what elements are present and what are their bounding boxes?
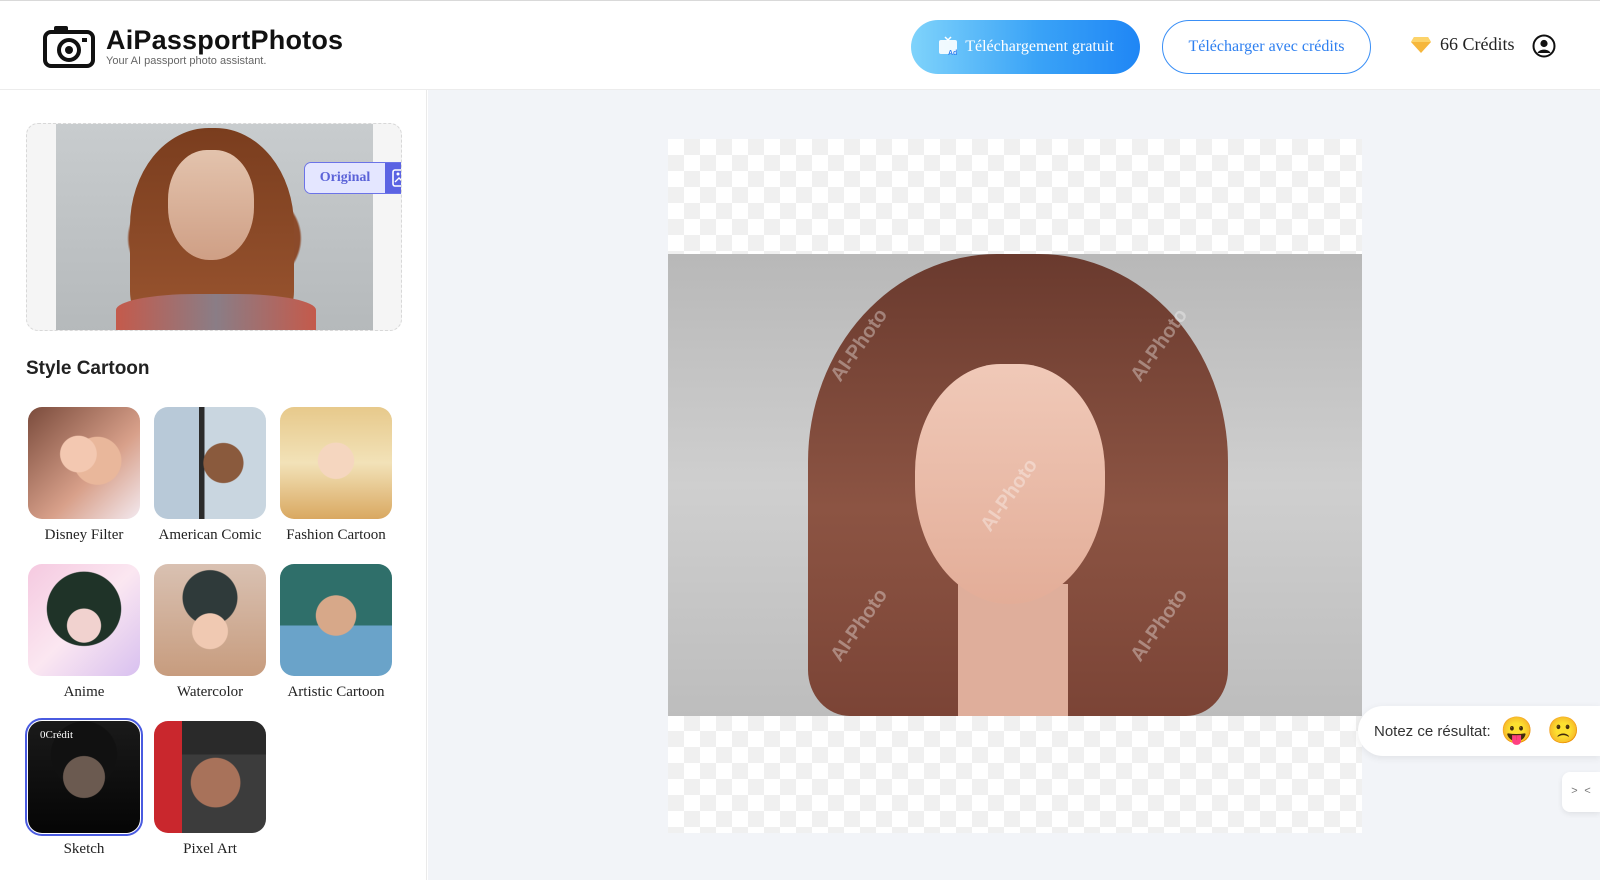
style-american-comic[interactable]: American Comic: [154, 407, 266, 544]
style-name: American Comic: [158, 527, 262, 543]
brand-name: AiPassportPhotos: [106, 25, 344, 55]
preview-area: AI-Photo AI-Photo AI-Photo AI-Photo AI-P…: [428, 90, 1600, 880]
credit-download-label: Télécharger avec crédits: [1188, 38, 1345, 55]
style-pixel-art[interactable]: Pixel Art: [154, 721, 266, 858]
style-name: Fashion Cartoon: [286, 527, 386, 543]
user-account-icon[interactable]: [1532, 34, 1556, 58]
style-name: Sketch: [63, 841, 105, 857]
ad-tv-icon: Ad: [939, 36, 958, 57]
style-fashion-cartoon[interactable]: Fashion Cartoon: [280, 407, 392, 544]
brand-logo[interactable]: AiPassportPhotos Your AI passport photo …: [42, 23, 343, 69]
style-watercolor[interactable]: Watercolor: [154, 564, 266, 701]
style-thumbnail: 0Crédit: [25, 718, 143, 836]
style-name: Pixel Art: [183, 841, 237, 857]
gem-icon: [1411, 36, 1431, 53]
style-thumbnail: [154, 721, 266, 833]
style-name: Anime: [63, 684, 105, 700]
style-name: Disney Filter: [44, 527, 124, 543]
brand-tagline: Your AI passport photo assistant.: [106, 55, 267, 67]
top-header: AiPassportPhotos Your AI passport photo …: [0, 0, 1600, 90]
cartoon-result-image: AI-Photo AI-Photo AI-Photo AI-Photo AI-P…: [668, 254, 1362, 716]
original-label: Original: [305, 163, 385, 193]
like-emoji-icon[interactable]: 😛: [1501, 716, 1533, 746]
free-download-button[interactable]: Ad Téléchargement gratuit: [911, 20, 1140, 74]
original-photo-card: Original: [26, 123, 402, 331]
style-thumbnail: [280, 564, 392, 676]
style-disney-filter[interactable]: Disney Filter: [28, 407, 140, 544]
style-thumbnail: [154, 564, 266, 676]
camera-icon: [43, 26, 95, 68]
style-artistic-cartoon[interactable]: Artistic Cartoon: [280, 564, 392, 701]
style-sketch[interactable]: 0Crédit Sketch: [25, 718, 143, 858]
svg-text:Ad: Ad: [948, 50, 957, 57]
side-button-label: > <: [1571, 786, 1591, 798]
style-section-title: Style Cartoon: [26, 358, 150, 379]
style-name: Watercolor: [176, 684, 244, 700]
rating-widget: Notez ce résultat: 😛 🙁: [1358, 706, 1600, 756]
style-anime[interactable]: Anime: [28, 564, 140, 701]
compare-image-icon[interactable]: [385, 163, 401, 193]
transparent-canvas: AI-Photo AI-Photo AI-Photo AI-Photo AI-P…: [668, 139, 1362, 833]
credits-balance: 66 Crédits: [1410, 34, 1515, 55]
credit-download-button[interactable]: Télécharger avec crédits: [1162, 20, 1371, 74]
style-thumbnail: [28, 564, 140, 676]
side-collapse-button[interactable]: > <: [1562, 772, 1600, 812]
left-sidebar: Original Style Cartoon Disney Filter Ame…: [0, 90, 427, 880]
credits-label: 66 Crédits: [1440, 34, 1515, 54]
original-photo: [56, 124, 373, 330]
free-download-label: Téléchargement gratuit: [965, 38, 1114, 55]
style-name: Artistic Cartoon: [287, 684, 385, 700]
original-toggle[interactable]: Original: [304, 162, 401, 194]
dislike-emoji-icon[interactable]: 🙁: [1547, 716, 1579, 746]
style-thumbnail: [280, 407, 392, 519]
style-thumbnail: [154, 407, 266, 519]
style-thumbnail: [28, 407, 140, 519]
rating-label: Notez ce résultat:: [1374, 722, 1491, 740]
credit-badge: 0Crédit: [40, 729, 73, 741]
